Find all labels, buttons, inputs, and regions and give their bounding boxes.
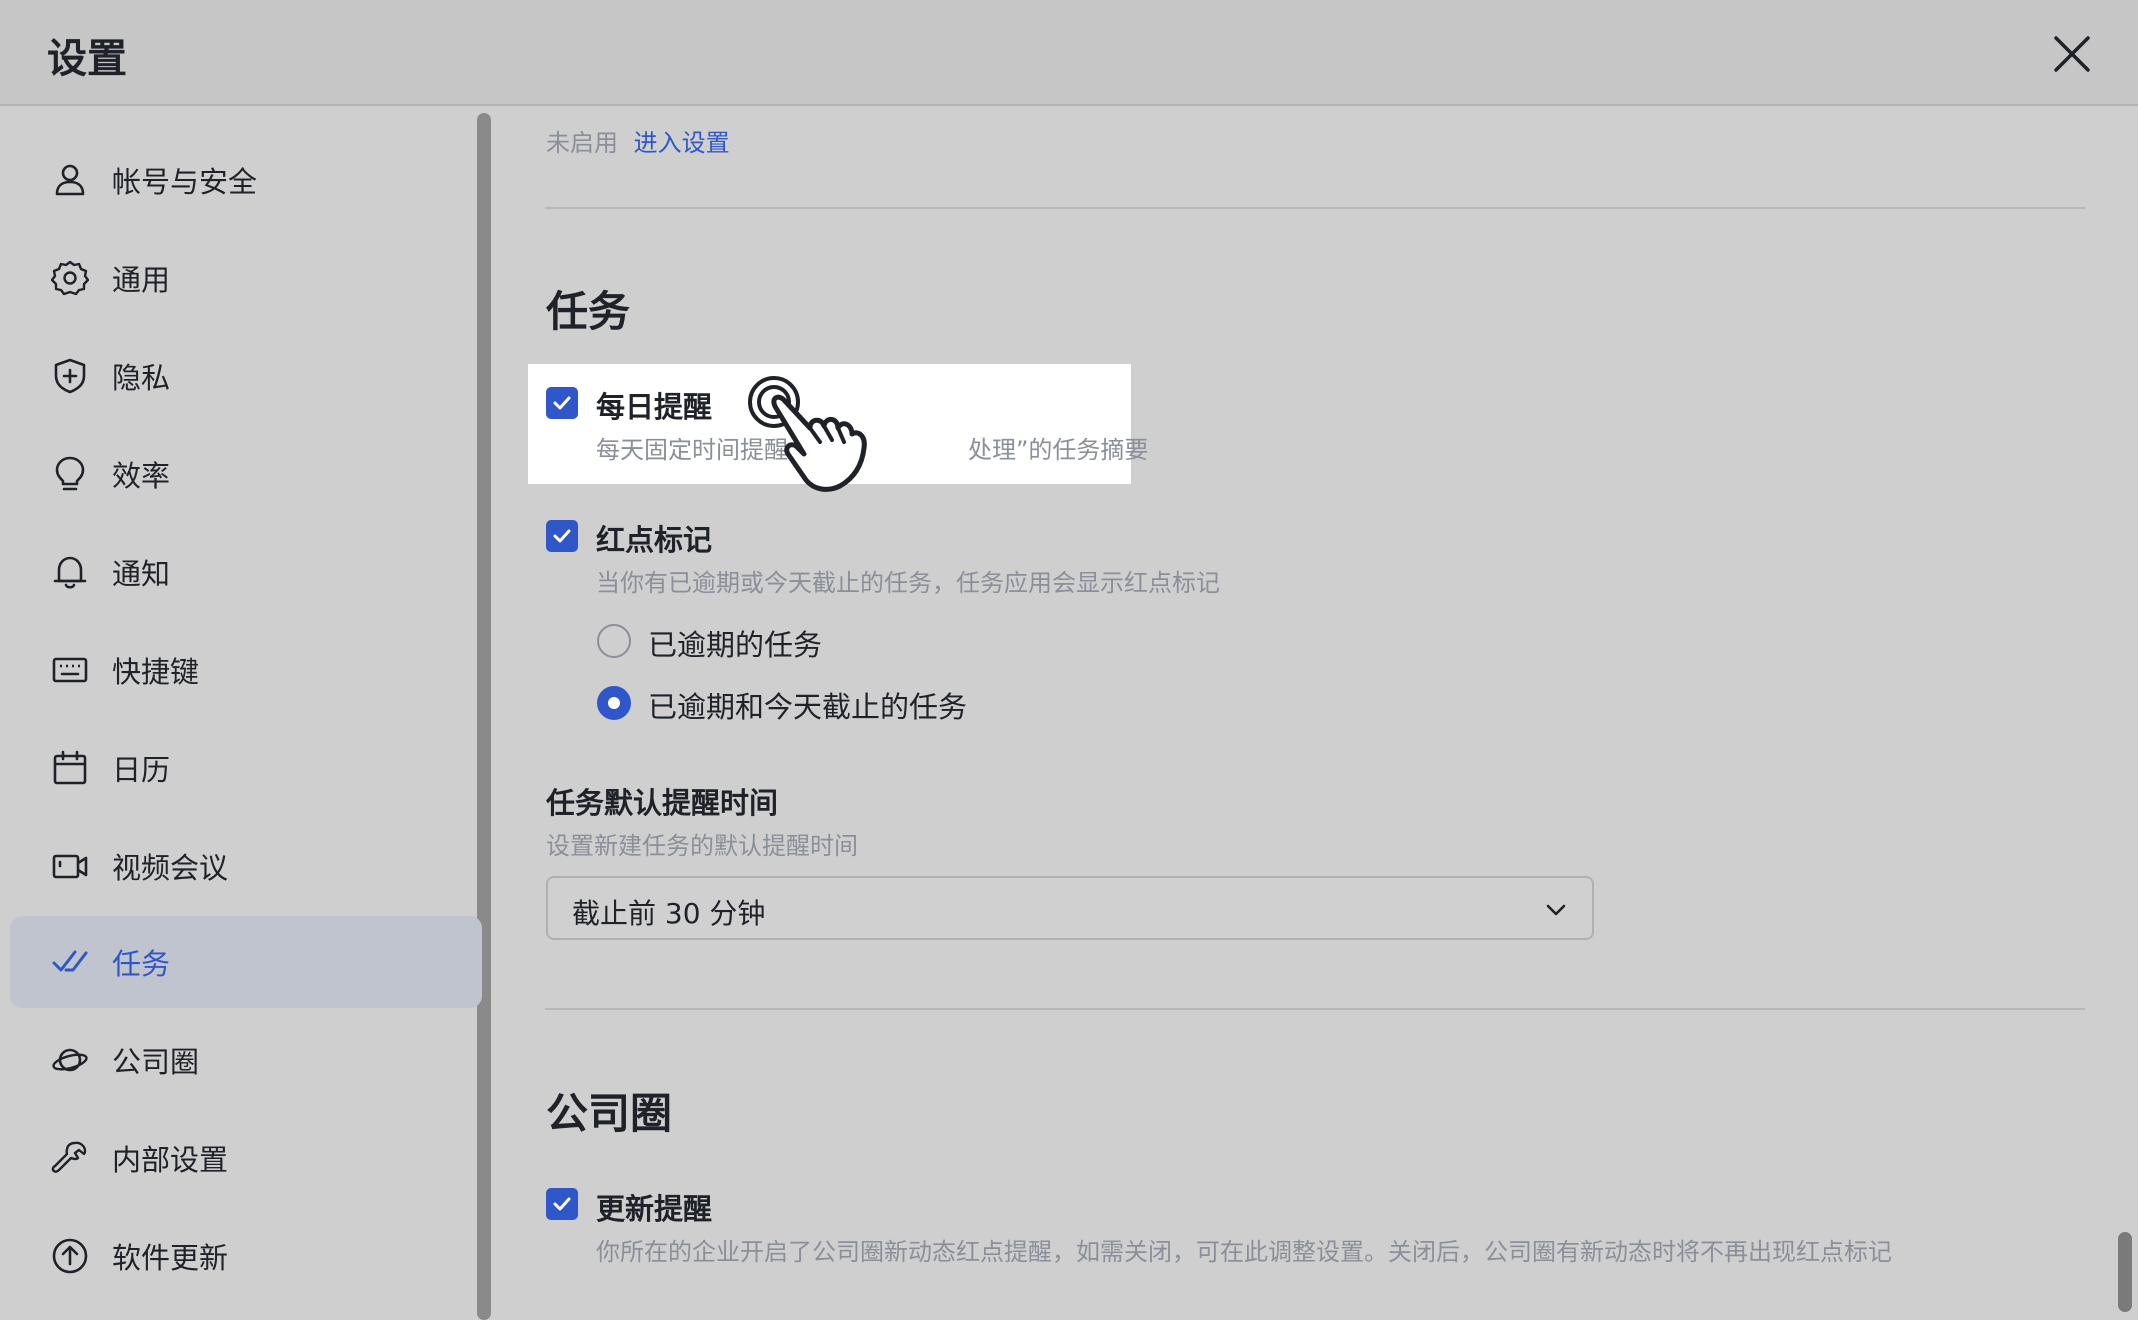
overdue-and-today-label: 已逾期和今天截止的任务 — [648, 690, 968, 724]
video-icon — [46, 842, 94, 890]
daily-reminder-checkbox[interactable] — [546, 387, 578, 419]
update-reminder-desc: 你所在的企业开启了公司圈新动态红点提醒，如需关闭，可在此调整设置。关闭后，公司圈… — [596, 1238, 1892, 1266]
checkmark-icon — [553, 1197, 571, 1211]
keyboard-icon — [46, 646, 94, 694]
daily-reminder-label: 每日提醒 — [596, 390, 713, 424]
top-status-text: 未启用 — [546, 129, 618, 157]
close-button[interactable] — [2050, 32, 2094, 76]
sidebar-item-label: 公司圈 — [112, 1045, 200, 1079]
checkmark-icon — [553, 529, 571, 543]
enter-settings-link[interactable]: 进入设置 — [634, 129, 730, 157]
overdue-only-radio[interactable] — [597, 624, 631, 658]
sidebar-item-internal-settings[interactable]: 内部设置 — [10, 1112, 482, 1204]
sidebar-item-label: 日历 — [112, 753, 171, 787]
sidebar-item-label: 通知 — [112, 557, 171, 591]
task-section-title: 任务 — [546, 287, 631, 336]
default-time-desc: 设置新建任务的默认提醒时间 — [546, 832, 858, 860]
update-reminder-label: 更新提醒 — [596, 1192, 713, 1226]
sidebar-item-label: 通用 — [112, 263, 171, 297]
checkmark-icon — [553, 396, 571, 410]
upload-circle-icon — [46, 1232, 94, 1280]
bell-icon — [46, 548, 94, 596]
overdue-and-today-radio[interactable] — [597, 686, 631, 720]
settings-window: 设置 帐号与安全 通用 隐私 效率 通知 快捷键 日历 视频会议 任务 公司圈 … — [0, 0, 2138, 1320]
section-divider — [545, 207, 2085, 209]
gear-icon — [46, 254, 94, 302]
sidebar-item-software-update[interactable]: 软件更新 — [10, 1210, 482, 1302]
daily-reminder-desc-end: 处理”的任务摘要 — [968, 436, 1149, 464]
shield-icon — [46, 352, 94, 400]
sidebar-item-label: 任务 — [112, 947, 171, 981]
sidebar-item-tasks[interactable]: 任务 — [10, 916, 482, 1008]
red-dot-label: 红点标记 — [596, 523, 713, 557]
sidebar-item-efficiency[interactable]: 效率 — [10, 428, 482, 520]
content-scrollbar[interactable] — [2118, 1232, 2132, 1312]
red-dot-checkbox[interactable] — [546, 520, 578, 552]
default-time-label: 任务默认提醒时间 — [546, 786, 779, 820]
sidebar-item-shortcuts[interactable]: 快捷键 — [10, 624, 482, 716]
sidebar-item-privacy[interactable]: 隐私 — [10, 330, 482, 422]
sidebar-item-notifications[interactable]: 通知 — [10, 526, 482, 618]
sidebar-item-label: 快捷键 — [112, 655, 200, 689]
planet-icon — [46, 1036, 94, 1084]
sidebar-item-label: 软件更新 — [112, 1241, 229, 1275]
sidebar-item-label: 隐私 — [112, 361, 171, 395]
sidebar-item-video-meetings[interactable]: 视频会议 — [10, 820, 482, 912]
close-icon — [2054, 36, 2090, 72]
wrench-icon — [46, 1134, 94, 1182]
default-time-select[interactable]: 截止前 30 分钟 — [546, 876, 1594, 940]
sidebar-item-label: 效率 — [112, 459, 171, 493]
update-reminder-checkbox[interactable] — [546, 1188, 578, 1220]
task-check-icon — [46, 938, 94, 986]
sidebar-item-label: 视频会议 — [112, 851, 229, 885]
sidebar-item-label: 帐号与安全 — [112, 165, 258, 199]
overdue-only-label: 已逾期的任务 — [648, 628, 823, 662]
window-title: 设置 — [47, 36, 127, 82]
user-icon — [46, 156, 94, 204]
chevron-down-icon — [1546, 904, 1566, 916]
default-time-value: 截止前 30 分钟 — [572, 897, 766, 930]
moments-section-title: 公司圈 — [546, 1089, 673, 1138]
sidebar-item-account-security[interactable]: 帐号与安全 — [10, 134, 482, 226]
calendar-icon — [46, 744, 94, 792]
daily-reminder-desc: 每天固定时间提醒 处理”的任务摘要 — [596, 430, 1148, 465]
sidebar-item-label: 内部设置 — [112, 1143, 229, 1177]
daily-reminder-desc-start: 每天固定时间提醒 — [596, 436, 788, 464]
window-header: 设置 — [0, 0, 2138, 106]
section-divider — [545, 1008, 2085, 1010]
top-status-row: 未启用 进入设置 — [546, 123, 730, 158]
lightbulb-icon — [46, 450, 94, 498]
red-dot-desc: 当你有已逾期或今天截止的任务，任务应用会显示红点标记 — [596, 569, 1220, 597]
sidebar-item-company-moments[interactable]: 公司圈 — [10, 1014, 482, 1106]
sidebar-item-calendar[interactable]: 日历 — [10, 722, 482, 814]
sidebar-item-general[interactable]: 通用 — [10, 232, 482, 324]
